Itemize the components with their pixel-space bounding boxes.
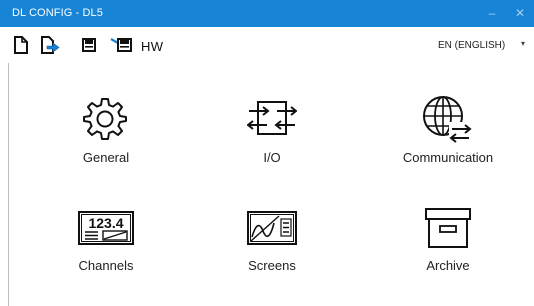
open-file-arrow-icon	[41, 36, 60, 54]
globe-exchange-icon	[423, 96, 472, 143]
save-button[interactable]	[82, 36, 96, 56]
hw-button[interactable]: HW	[141, 39, 163, 54]
channels-value-text: 123.4	[88, 215, 123, 231]
gear-icon	[83, 98, 127, 140]
tile-label: Screens	[248, 258, 296, 273]
window-title: DL CONFIG - DL5	[12, 7, 103, 19]
save-to-device-icon	[110, 37, 132, 52]
tile-screens[interactable]: Screens	[207, 208, 337, 280]
new-file-button[interactable]	[13, 36, 29, 56]
tile-label: Communication	[402, 150, 494, 165]
open-file-button[interactable]	[40, 36, 60, 56]
chevron-down-icon: ▾	[521, 39, 526, 48]
channel-display-icon: 123.4	[78, 211, 134, 245]
tile-label: General	[82, 150, 130, 165]
tile-io[interactable]: I/O	[207, 92, 337, 172]
new-file-icon	[14, 36, 28, 54]
screen-chart-icon	[247, 211, 297, 245]
tile-general[interactable]: General	[41, 92, 171, 172]
io-arrows-icon	[247, 101, 297, 135]
save-icon	[82, 38, 96, 52]
content-left-border	[8, 63, 9, 306]
close-button[interactable]: ✕	[506, 0, 534, 27]
tile-label: I/O	[263, 150, 281, 165]
tile-label: Archive	[426, 258, 470, 273]
language-select[interactable]: EN (ENGLISH) ▾	[424, 36, 532, 56]
tile-communication[interactable]: Communication	[383, 92, 513, 172]
tile-channels[interactable]: 123.4 Channels	[41, 208, 171, 280]
minimize-button[interactable]: –	[478, 0, 506, 27]
tile-label: Channels	[78, 258, 134, 273]
send-to-device-button[interactable]	[110, 36, 134, 56]
archive-box-icon	[425, 208, 471, 248]
language-selected-value: EN (ENGLISH)	[438, 40, 506, 51]
tile-archive[interactable]: Archive	[383, 208, 513, 280]
title-bar: DL CONFIG - DL5 – ✕	[0, 0, 534, 27]
